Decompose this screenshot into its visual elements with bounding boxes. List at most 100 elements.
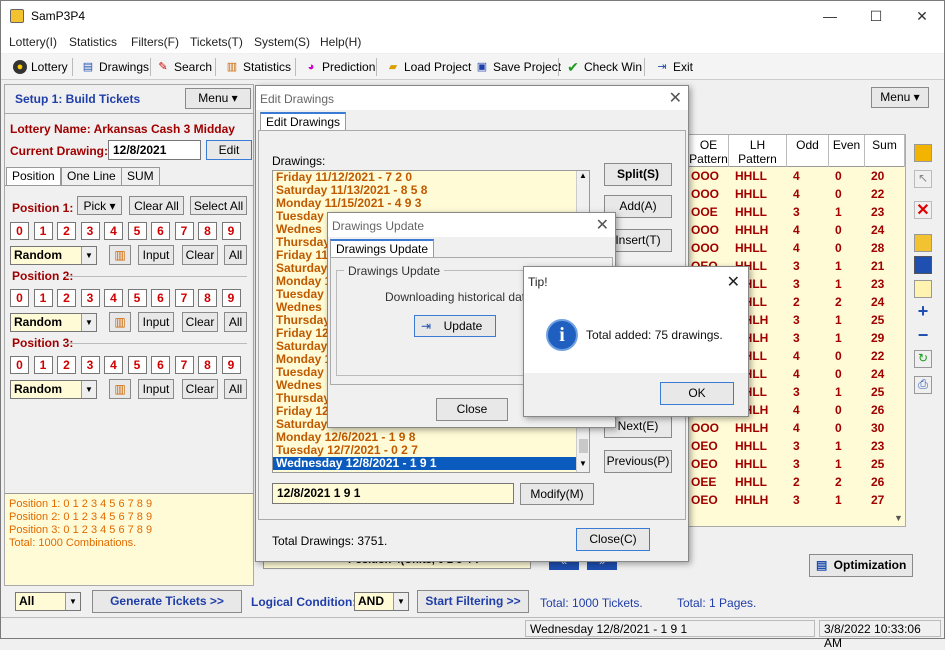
position-1-clear-button[interactable]: Clear [182,245,218,265]
digit-button-8[interactable]: 8 [198,289,217,307]
copy-icon[interactable] [914,280,932,298]
idea-icon[interactable] [914,144,932,162]
tab-drawings-update[interactable]: Drawings Update [330,239,435,257]
pointer-icon[interactable]: ↖ [914,170,932,188]
position-1-input-button[interactable]: Input [138,245,174,265]
digit-button-3[interactable]: 3 [80,222,100,240]
position-3-mode-select[interactable]: Random ▼ [10,380,97,399]
minimize-icon[interactable]: — [819,5,841,27]
folder-open-icon[interactable] [914,234,932,252]
digit-button-2[interactable]: 2 [57,222,76,240]
digit-button-0[interactable]: 0 [10,356,29,374]
digit-button-0[interactable]: 0 [10,222,29,240]
digit-button-7[interactable]: 7 [174,222,194,240]
menu-statistics[interactable]: Statistics [69,35,117,49]
delete-icon[interactable]: ✕ [914,201,932,219]
digit-button-4[interactable]: 4 [104,222,123,240]
clear-all-button[interactable]: Clear All [129,196,184,215]
update-button[interactable]: ⇥ Update [414,315,496,337]
menu-help[interactable]: Help(H) [320,35,361,49]
stats-icon[interactable]: ▥ [109,312,131,332]
save-icon[interactable] [914,256,932,274]
drawings-button[interactable]: ▤ Drawings [79,57,149,77]
position-2-mode-select[interactable]: Random ▼ [10,313,97,332]
tab-position[interactable]: Position [6,167,61,185]
add-icon[interactable]: + [914,302,932,320]
tab-edit-drawings[interactable]: Edit Drawings [260,112,347,130]
split-button[interactable]: Split(S) [604,163,672,186]
close-icon[interactable]: ✕ [669,88,682,108]
scroll-thumb[interactable] [579,439,588,453]
digit-button-5[interactable]: 5 [127,356,147,374]
modify-button[interactable]: Modify(M) [520,483,594,505]
position-3-input-button[interactable]: Input [138,379,174,399]
prediction-button[interactable]: ◕ Prediction [302,57,376,77]
menu-filters[interactable]: Filters(F) [131,35,179,49]
digit-button-6[interactable]: 6 [151,222,170,240]
digit-button-6[interactable]: 6 [151,289,170,307]
close-icon[interactable]: ✕ [727,272,740,292]
digit-button-4[interactable]: 4 [104,356,123,374]
grid-column-header[interactable]: Sum [865,135,905,167]
grid-column-header[interactable]: Odd [787,135,829,167]
digit-button-7[interactable]: 7 [174,289,194,307]
digit-button-2[interactable]: 2 [57,356,76,374]
grid-column-header[interactable]: OE Pattern [689,135,729,167]
digit-button-1[interactable]: 1 [33,222,53,240]
edit-drawing-button[interactable]: Edit [206,140,252,160]
previous-button[interactable]: Previous(P) [604,450,672,473]
optimization-button[interactable]: ▤ Optimization [809,554,913,577]
digit-button-3[interactable]: 3 [80,356,100,374]
digit-button-8[interactable]: 8 [198,222,217,240]
stats-icon[interactable]: ▥ [109,379,131,399]
drawing-list-item[interactable]: Wednesday 12/8/2021 - 1 9 1 [273,457,589,470]
load-project-button[interactable]: ▰ Load Project [384,57,472,77]
start-filtering-button[interactable]: Start Filtering >> [417,590,529,613]
digit-button-1[interactable]: 1 [33,289,53,307]
digit-button-7[interactable]: 7 [174,356,194,374]
update-close-button[interactable]: Close [436,398,508,421]
digit-button-8[interactable]: 8 [198,356,217,374]
generate-tickets-button[interactable]: Generate Tickets >> [92,590,242,613]
search-button[interactable]: ✎ Search [154,57,212,77]
close-dialog-button[interactable]: Close(C) [576,528,650,551]
scroll-down-icon[interactable]: ▼ [894,513,903,523]
close-icon[interactable]: ✕ [911,5,933,27]
minus-icon[interactable]: − [914,326,932,344]
position-3-all-button[interactable]: All [224,379,247,399]
digit-button-1[interactable]: 1 [33,356,53,374]
maximize-icon[interactable]: ☐ [865,5,887,27]
menu-tickets[interactable]: Tickets(T) [190,35,243,49]
position-3-clear-button[interactable]: Clear [182,379,218,399]
check-win-button[interactable]: ✔ Check Win [564,57,642,77]
position-1-all-button[interactable]: All [224,245,247,265]
close-icon[interactable]: ✕ [596,215,609,235]
stats-icon[interactable]: ▥ [109,245,131,265]
position-1-mode-select[interactable]: Random ▼ [10,246,97,265]
digit-button-3[interactable]: 3 [80,289,100,307]
refresh-icon[interactable]: ↻ [914,350,932,368]
current-drawing-field[interactable]: 12/8/2021 [108,140,201,160]
statistics-button[interactable]: ▥ Statistics [223,57,291,77]
left-menu-button[interactable]: Menu ▾ [185,88,251,109]
menu-system[interactable]: System(S) [254,35,310,49]
logic-select[interactable]: AND ▼ [354,592,409,611]
tab-sum[interactable]: SUM [121,167,160,185]
drawing-edit-field[interactable]: 12/8/2021 1 9 1 [272,483,514,504]
digit-button-0[interactable]: 0 [10,289,29,307]
save-project-button[interactable]: ▣ Save Project [473,57,561,77]
scroll-down-icon[interactable]: ▼ [579,459,587,468]
position-2-input-button[interactable]: Input [138,312,174,332]
digit-button-2[interactable]: 2 [57,289,76,307]
tab-one-line[interactable]: One Line [61,167,122,185]
ok-button[interactable]: OK [660,382,734,405]
pick-button[interactable]: Pick ▾ [77,196,122,215]
digit-button-5[interactable]: 5 [127,222,147,240]
grid-column-header[interactable]: LH Pattern [729,135,787,167]
digit-button-9[interactable]: 9 [221,356,241,374]
digit-button-9[interactable]: 9 [221,222,241,240]
menu-lottery[interactable]: Lottery(I) [9,35,57,49]
print-icon[interactable]: ⎙ [914,376,932,394]
digit-button-4[interactable]: 4 [104,289,123,307]
ticket-scope-select[interactable]: All ▼ [15,592,81,611]
